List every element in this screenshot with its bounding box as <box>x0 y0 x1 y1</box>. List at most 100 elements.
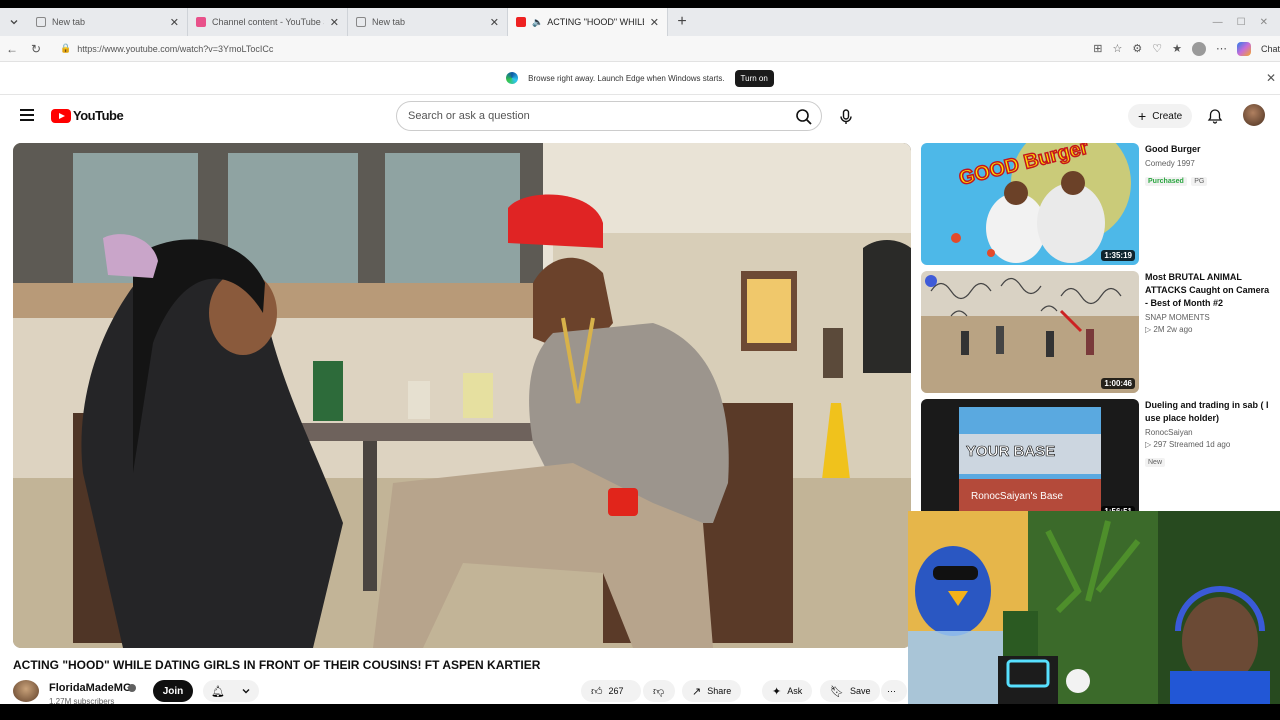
screen-bottom-border <box>0 704 1280 720</box>
toolbar-icons: ⊞ ☆ ⚙ ♡ ★ ⋯ Chat <box>1093 41 1280 56</box>
refresh-icon[interactable]: ↻ <box>24 42 48 56</box>
like-button[interactable]: 👍︎ 267 <box>581 680 641 702</box>
voice-search-button[interactable] <box>834 105 858 129</box>
youtube-play-icon <box>51 108 71 123</box>
close-tab-icon[interactable]: ✕ <box>490 16 499 29</box>
notifications-bell-icon[interactable] <box>1207 108 1223 124</box>
webcam-scene <box>908 511 1280 704</box>
tab-actions-menu[interactable] <box>0 8 28 36</box>
recommendation-item[interactable]: GOOD Burger 1:35:19 Good Burger Comedy 1… <box>921 143 1271 265</box>
bell-icon: 🔔︎ <box>211 685 225 698</box>
sparkle-icon: ✦ <box>772 685 782 698</box>
favorites-icon[interactable]: ★ <box>1172 42 1182 55</box>
video-meta: Dueling and trading in sab ( I use place… <box>1145 399 1271 469</box>
tab-title: New tab <box>52 17 86 27</box>
back-icon[interactable]: ← <box>0 42 24 56</box>
recommendation-item[interactable]: 1:00:46 Most BRUTAL ANIMAL ATTACKS Caugh… <box>921 271 1271 393</box>
plus-icon: + <box>1138 108 1147 124</box>
close-tab-icon[interactable]: ✕ <box>170 16 179 29</box>
join-button[interactable]: Join <box>153 680 193 702</box>
ask-button[interactable]: ✦ Ask <box>762 680 813 702</box>
new-tab-button[interactable]: + <box>668 13 696 31</box>
rec-title[interactable]: Dueling and trading in sab ( I use place… <box>1145 399 1271 425</box>
profile-avatar[interactable] <box>1191 41 1206 56</box>
owner-row: FloridaMadeMG 1.27M subscribers Join 🔔︎ … <box>13 680 911 706</box>
video-meta: Most BRUTAL ANIMAL ATTACKS Caught on Cam… <box>1145 271 1271 336</box>
more-actions-button[interactable]: ⋯ <box>881 680 907 702</box>
rec-title[interactable]: Most BRUTAL ANIMAL ATTACKS Caught on Cam… <box>1145 271 1271 310</box>
startup-boost-infobar: Browse right away. Launch Edge when Wind… <box>0 62 1280 95</box>
channel-name[interactable]: FloridaMadeMG <box>49 682 132 694</box>
thumb-text-your-base: YOUR BASE <box>966 443 1055 460</box>
rating-badge: PG <box>1191 177 1208 186</box>
tab-youtube-studio[interactable]: Channel content - YouTube Studio ✕ <box>188 8 348 36</box>
rec-title[interactable]: Good Burger <box>1145 143 1271 156</box>
video-player[interactable] <box>13 143 911 648</box>
newtab-icon <box>356 17 366 27</box>
minimize-icon[interactable]: — <box>1213 17 1223 28</box>
screen-top-border <box>0 0 1280 8</box>
youtube-studio-icon <box>196 17 206 27</box>
address-bar: ← ↻ 🔒 https://www.youtube.com/watch?v=3Y… <box>0 36 1280 62</box>
thumbnail[interactable]: 1:00:46 <box>921 271 1139 393</box>
rec-stats: ▷ 297 Streamed 1d ago <box>1145 440 1231 449</box>
tab-new-tab-1[interactable]: New tab ✕ <box>28 8 188 36</box>
like-count: 267 <box>608 686 624 696</box>
maximize-icon[interactable]: ☐ <box>1237 17 1246 28</box>
channel-avatar[interactable] <box>13 680 39 702</box>
search-icon[interactable] <box>795 108 813 126</box>
chevron-down-icon <box>242 689 250 694</box>
create-button[interactable]: + Create <box>1128 104 1193 128</box>
youtube-logo[interactable]: YouTube <box>51 108 124 123</box>
thumbs-up-icon: 👍︎ <box>591 685 603 698</box>
close-tab-icon[interactable]: ✕ <box>330 16 339 29</box>
tab-youtube-video[interactable]: 🔈 ACTING "HOOD" WHILE DATI ✕ <box>508 8 668 36</box>
thumb-text-base-owner: RonocSaiyan's Base <box>971 491 1063 502</box>
video-frame <box>13 143 911 648</box>
thumbnail[interactable]: GOOD Burger 1:35:19 <box>921 143 1139 265</box>
close-tab-icon[interactable]: ✕ <box>650 16 659 29</box>
menu-icon[interactable] <box>20 109 34 121</box>
more-menu-icon[interactable]: ⋯ <box>1216 42 1227 55</box>
copilot-icon[interactable] <box>1236 41 1251 56</box>
close-window-icon[interactable]: ✕ <box>1260 17 1268 28</box>
close-infobar-icon[interactable]: ✕ <box>1266 71 1276 85</box>
turn-on-button[interactable]: Turn on <box>734 69 774 87</box>
save-button[interactable]: 🔖︎ Save <box>820 680 881 702</box>
rec-channel[interactable]: RonocSaiyan <box>1145 427 1271 439</box>
share-button[interactable]: ↗ Share <box>682 680 742 702</box>
tab-strip: New tab ✕ Channel content - YouTube Stud… <box>0 8 1280 36</box>
site-info-icon[interactable]: 🔒 <box>60 43 71 54</box>
edge-logo-icon <box>506 72 519 84</box>
chat-label[interactable]: Chat <box>1261 44 1280 54</box>
thumbnail[interactable]: YOUR BASE RonocSaiyan's Base 1:56:51 <box>921 399 1139 521</box>
bookmark-icon: 🔖︎ <box>830 685 844 698</box>
url-text: https://www.youtube.com/watch?v=3YmoLToc… <box>77 43 274 54</box>
tab-title: ACTING "HOOD" WHILE DATI <box>547 17 644 27</box>
rec-channel[interactable]: SNAP MOMENTS <box>1145 312 1271 324</box>
subscribed-notifications-button[interactable]: 🔔︎ <box>203 680 259 702</box>
youtube-wordmark: YouTube <box>73 108 124 123</box>
favorite-star-icon[interactable]: ☆ <box>1112 42 1122 55</box>
recommendation-item[interactable]: YOUR BASE RonocSaiyan's Base 1:56:51 Due… <box>921 399 1271 521</box>
create-label: Create <box>1152 110 1183 122</box>
save-label: Save <box>849 686 871 696</box>
tab-title: Channel content - YouTube Studio <box>212 17 324 27</box>
account-avatar[interactable] <box>1243 104 1265 126</box>
extensions-icon[interactable]: ⚙ <box>1132 42 1142 55</box>
more-horizontal-icon: ⋯ <box>887 685 896 696</box>
url-field[interactable]: 🔒 https://www.youtube.com/watch?v=3YmoLT… <box>54 39 1093 59</box>
search-box <box>396 101 822 131</box>
window-controls: — ☐ ✕ <box>1213 17 1280 28</box>
speaker-icon[interactable]: 🔈 <box>532 17 543 28</box>
dislike-button[interactable]: 👎︎ <box>643 680 675 702</box>
chevron-down-icon <box>10 20 18 25</box>
search-input[interactable] <box>408 110 778 122</box>
good-burger-thumbnail-art: GOOD Burger <box>921 143 1139 265</box>
app-available-icon[interactable]: ⊞ <box>1093 42 1102 55</box>
tab-new-tab-2[interactable]: New tab ✕ <box>348 8 508 36</box>
browser-essentials-icon[interactable]: ♡ <box>1152 42 1162 55</box>
new-badge: New <box>1145 458 1166 467</box>
share-label: Share <box>707 686 732 696</box>
masthead: YouTube + Create <box>0 95 1280 137</box>
